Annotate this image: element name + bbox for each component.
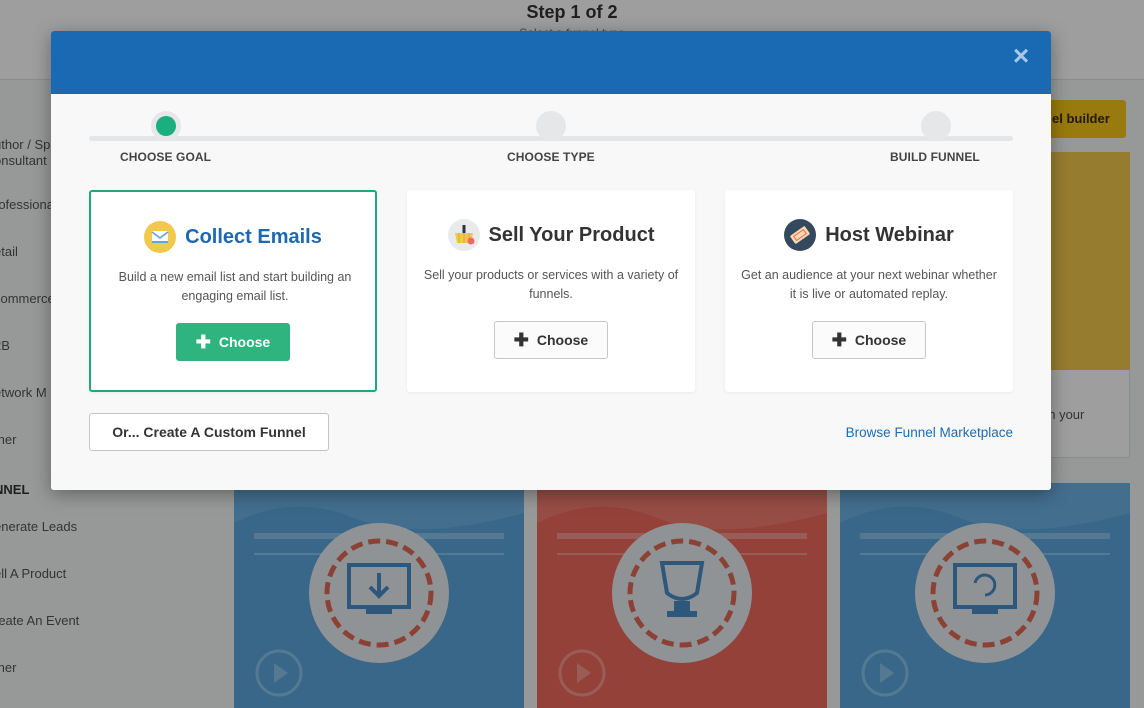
step-indicator-choose-goal (151, 111, 181, 141)
close-icon[interactable]: × (1009, 42, 1033, 70)
choose-goal-modal: × CHOOSE GOAL CHOOSE TYPE BUILD FUNNEL C… (51, 31, 1051, 490)
plus-icon: ✚ (831, 330, 847, 350)
step-label-choose-type: CHOOSE TYPE (507, 150, 595, 164)
shopping-basket-icon (447, 219, 480, 251)
button-label: Choose (854, 332, 907, 348)
step-active-dot (156, 116, 176, 136)
card-title-row: Host Webinar (725, 218, 1013, 252)
card-title: Collect Emails (185, 225, 322, 248)
choose-collect-emails-button[interactable]: ✚ Choose (176, 323, 290, 361)
step-label-build-funnel: BUILD FUNNEL (890, 150, 980, 164)
goal-card-collect-emails[interactable]: Collect Emails Build a new email list an… (89, 190, 377, 392)
card-description: Sell your products or services with a va… (423, 268, 679, 301)
choose-host-webinar-button[interactable]: ✚ Choose (812, 321, 926, 359)
card-title-row: Collect Emails (91, 220, 375, 254)
button-label: Choose (218, 334, 271, 350)
plus-icon: ✚ (195, 332, 211, 352)
goal-card-sell-product[interactable]: Sell Your Product Sell your products or … (407, 190, 695, 392)
modal-header: × (51, 31, 1051, 94)
plus-icon: ✚ (513, 330, 529, 350)
envelope-icon (144, 221, 177, 253)
modal-body: CHOOSE GOAL CHOOSE TYPE BUILD FUNNEL Col… (51, 94, 1051, 490)
step-label-choose-goal: CHOOSE GOAL (120, 150, 212, 164)
button-label: Choose (536, 332, 589, 348)
create-custom-funnel-button[interactable]: Or... Create A Custom Funnel (89, 413, 329, 451)
step-indicator-choose-type (536, 111, 566, 141)
card-title: Host Webinar (825, 223, 954, 246)
goal-card-host-webinar[interactable]: Host Webinar Get an audience at your nex… (725, 190, 1013, 392)
choose-sell-product-button[interactable]: ✚ Choose (494, 321, 608, 359)
card-title-row: Sell Your Product (407, 218, 695, 252)
card-description: Get an audience at your next webinar whe… (741, 268, 997, 301)
card-title: Sell Your Product (488, 223, 655, 246)
card-description: Build a new email list and start buildin… (118, 270, 352, 303)
step-indicator-build-funnel (921, 111, 951, 141)
ticket-icon (784, 219, 817, 251)
browse-funnel-marketplace-link[interactable]: Browse Funnel Marketplace (846, 425, 1013, 440)
